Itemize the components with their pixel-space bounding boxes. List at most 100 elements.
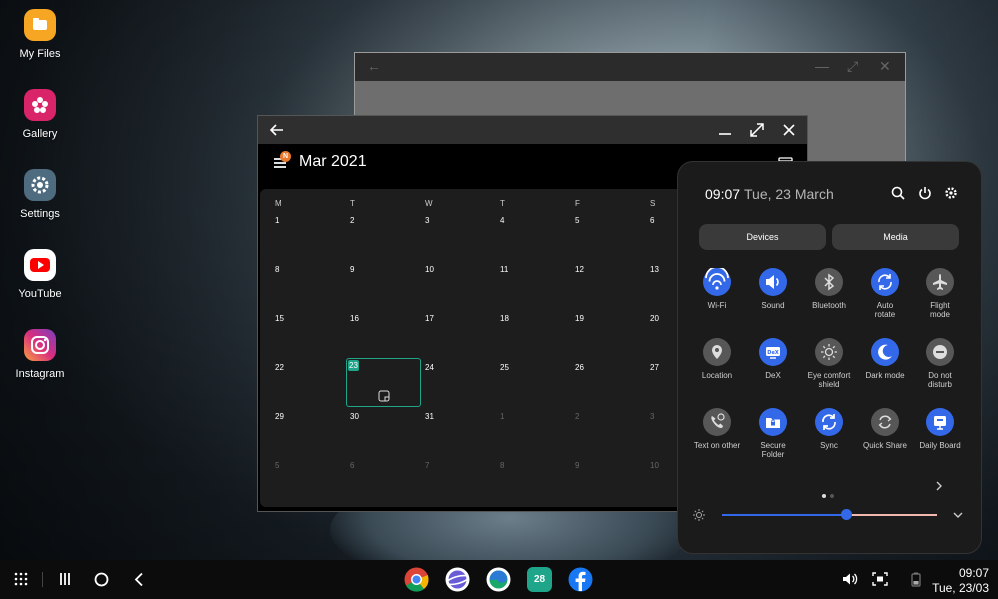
home-icon[interactable] <box>94 572 109 587</box>
calendar-day[interactable]: 18 <box>500 314 509 323</box>
calendar-day[interactable]: 16 <box>350 314 359 323</box>
taskbar-divider <box>42 572 43 587</box>
panel-time: 09:07 <box>705 186 741 202</box>
back-arrow-icon[interactable] <box>267 120 287 140</box>
calendar-day[interactable]: 15 <box>275 314 284 323</box>
calendar-day[interactable]: 5 <box>275 461 279 470</box>
calendar-day[interactable]: 3 <box>650 412 654 421</box>
quick-panel[interactable]: 09:07 Tue, 23 March Devices Media Wi-Fi S… <box>677 161 982 554</box>
minimize-icon[interactable] <box>715 120 735 140</box>
calendar-window-titlebar[interactable] <box>258 116 807 144</box>
desktop-settings[interactable]: Settings <box>0 169 80 220</box>
calendar-day[interactable]: 2 <box>575 412 579 421</box>
chrome-icon[interactable] <box>404 567 429 592</box>
volume-icon[interactable] <box>842 572 858 586</box>
eye-comfort-icon <box>815 338 843 366</box>
calendar-day[interactable]: 2 <box>350 216 354 225</box>
samsung-internet-icon[interactable] <box>445 567 470 592</box>
maximize-icon[interactable] <box>747 120 767 140</box>
tile-airplane[interactable]: Flight mode <box>907 268 973 319</box>
location-icon <box>703 338 731 366</box>
back-icon[interactable] <box>132 572 146 587</box>
background-window-titlebar[interactable]: ← — ⤢ ✕ <box>355 53 905 81</box>
desktop-youtube[interactable]: YouTube <box>0 249 80 300</box>
tile-dnd[interactable]: Do not disturb <box>907 338 973 389</box>
weekday-label: M <box>275 199 282 208</box>
calendar-day[interactable]: 26 <box>575 363 584 372</box>
weekday-label: W <box>425 199 433 208</box>
chevron-down-icon[interactable] <box>952 509 964 521</box>
tile-daily-board[interactable]: Daily Board <box>907 408 973 450</box>
minimize-icon[interactable]: — <box>815 58 829 74</box>
calendar-day[interactable]: 8 <box>500 461 504 470</box>
tab-devices[interactable]: Devices <box>699 224 826 250</box>
wifi-icon <box>703 266 731 296</box>
calendar-day[interactable]: 13 <box>650 265 659 274</box>
calendar-day[interactable]: 31 <box>425 412 434 421</box>
calendar-day[interactable]: 27 <box>650 363 659 372</box>
calendar-day[interactable]: 10 <box>425 265 434 274</box>
gear-icon[interactable] <box>943 185 959 201</box>
weekday-label: T <box>350 199 355 208</box>
calendar-day[interactable]: 1 <box>500 412 504 421</box>
month-title[interactable]: Mar 2021 <box>299 153 367 171</box>
calendar-day[interactable]: 1 <box>275 216 279 225</box>
close-icon[interactable] <box>779 120 799 140</box>
calendar-day[interactable]: 25 <box>500 363 509 372</box>
today-cell[interactable]: 23 <box>346 358 421 407</box>
calendar-day[interactable]: 7 <box>425 461 429 470</box>
desktop-icon-label: Instagram <box>15 368 65 380</box>
calendar-day[interactable]: 3 <box>425 216 429 225</box>
calendar-day[interactable]: 29 <box>275 412 284 421</box>
notification-badge: N <box>280 151 291 162</box>
edge-icon[interactable] <box>486 567 511 592</box>
calendar-day[interactable]: 8 <box>275 265 279 274</box>
airplane-icon <box>926 268 954 296</box>
facebook-icon[interactable] <box>568 567 593 592</box>
calendar-day[interactable]: 10 <box>650 461 659 470</box>
maximize-icon[interactable]: ⤢ <box>847 58 858 75</box>
calendar-day[interactable]: 19 <box>575 314 584 323</box>
brightness-thumb[interactable] <box>841 509 853 520</box>
calendar-day[interactable]: 11 <box>500 265 508 274</box>
screen-capture-icon[interactable] <box>872 572 888 586</box>
calendar-day[interactable]: 5 <box>575 216 579 225</box>
tab-media[interactable]: Media <box>832 224 959 250</box>
dex-icon: DeX <box>759 338 787 366</box>
calendar-day[interactable]: 4 <box>500 216 504 225</box>
calendar-day[interactable]: 6 <box>650 216 654 225</box>
calendar-day[interactable]: 24 <box>425 363 434 372</box>
desktop-my-files[interactable]: My Files <box>0 9 80 60</box>
calendar-day[interactable]: 22 <box>275 363 284 372</box>
weekday-label: S <box>650 199 656 208</box>
desktop-gallery[interactable]: Gallery <box>0 89 80 140</box>
calendar-day[interactable]: 30 <box>350 412 359 421</box>
calendar-day[interactable]: 9 <box>575 461 579 470</box>
taskbar-clock[interactable]: 09:07 Tue, 23/03 <box>932 566 989 596</box>
weekday-label: F <box>575 199 580 208</box>
calendar-day[interactable]: 6 <box>350 461 354 470</box>
rotate-icon <box>871 268 899 296</box>
brightness-slider[interactable] <box>722 514 937 516</box>
calendar-day[interactable]: 17 <box>425 314 434 323</box>
calendar-app-icon[interactable]: 28 <box>527 567 552 592</box>
chevron-right-icon[interactable] <box>933 480 945 492</box>
calendar-day[interactable]: 20 <box>650 314 659 323</box>
apps-grid-icon[interactable] <box>14 572 28 586</box>
camera-icon <box>24 329 56 361</box>
power-icon[interactable] <box>917 185 933 201</box>
close-icon[interactable]: ✕ <box>879 58 891 75</box>
calendar-day[interactable]: 12 <box>575 265 584 274</box>
desktop-icon-label: Settings <box>20 208 60 220</box>
calendar-day[interactable]: 9 <box>350 265 354 274</box>
search-icon[interactable] <box>890 185 906 201</box>
desktop-instagram[interactable]: Instagram <box>0 329 80 380</box>
secure-folder-icon <box>759 408 787 436</box>
recents-icon[interactable] <box>58 572 72 586</box>
speaker-icon <box>759 268 787 296</box>
today-date: 23 <box>348 360 359 371</box>
sticker-icon <box>378 390 390 402</box>
back-arrow-icon[interactable]: ← <box>367 58 381 74</box>
flower-icon <box>24 89 56 121</box>
quick-share-icon <box>871 408 899 436</box>
